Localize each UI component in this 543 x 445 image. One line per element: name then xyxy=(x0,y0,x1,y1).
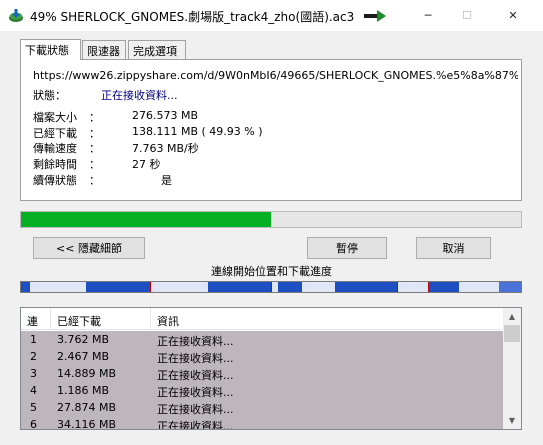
pause-label: 暫停 xyxy=(336,242,358,255)
connection-downloaded: 3.762 MB xyxy=(57,333,110,346)
window-title: 49% SHERLOCK_GNOMES.劇場版_track4_zho(國語).a… xyxy=(30,10,355,24)
connection-number: 2 xyxy=(30,350,37,363)
connection-info: 正在接收資料... xyxy=(157,403,234,416)
connection-downloaded: 27.874 MB xyxy=(57,401,117,414)
remaining-time-label: 剩餘時間 xyxy=(33,158,77,171)
connection-number: 3 xyxy=(30,367,37,380)
progress-fill xyxy=(21,212,271,227)
tab-download-status[interactable]: 下載狀態 xyxy=(20,39,81,60)
connection-number: 4 xyxy=(30,384,37,397)
colon: ： xyxy=(89,142,100,155)
download-manager-icon xyxy=(9,9,23,22)
connection-start-marker xyxy=(150,282,151,292)
connection-segment-pending xyxy=(459,282,499,292)
list-header: 連 已經下載 資訊 xyxy=(21,308,501,330)
connection-start-marker xyxy=(397,282,398,292)
column-header-info[interactable]: 資訊 xyxy=(151,308,501,330)
connection-number: 6 xyxy=(30,418,37,430)
file-size-label: 檔案大小 xyxy=(33,111,77,124)
list-item[interactable]: 5 27.874 MB 正在接收資料... xyxy=(21,399,503,416)
vertical-scrollbar[interactable]: ▲ ▼ xyxy=(503,308,521,429)
speed-label: 傳輸速度 xyxy=(33,142,77,155)
list-item[interactable]: 6 34.116 MB 正在接收資料... xyxy=(21,416,503,430)
cancel-button[interactable]: 取消 xyxy=(416,237,491,259)
connection-start-marker xyxy=(428,282,429,292)
connection-info: 正在接收資料... xyxy=(157,335,234,348)
connection-progress-map xyxy=(20,281,522,293)
title-bar: 49% SHERLOCK_GNOMES.劇場版_track4_zho(國語).a… xyxy=(0,0,543,31)
connection-number: 1 xyxy=(30,333,37,346)
tab-label: 限速器 xyxy=(87,45,120,58)
speed-value: 7.763 MB/秒 xyxy=(132,142,199,155)
column-header-downloaded[interactable]: 已經下載 xyxy=(51,308,151,330)
pause-button[interactable]: 暫停 xyxy=(307,237,387,259)
tab-label: 下載狀態 xyxy=(25,44,69,57)
connection-downloaded: 34.116 MB xyxy=(57,418,117,430)
connection-info: 正在接收資料... xyxy=(157,420,234,430)
connection-segment-pending xyxy=(30,282,86,292)
connection-segment-pending xyxy=(271,282,278,292)
close-button[interactable]: ✕ xyxy=(490,0,536,31)
connection-number: 5 xyxy=(30,401,37,414)
connection-segment-pending xyxy=(397,282,429,292)
download-status-panel: https://www26.zippyshare.com/d/9W0nMbI6/… xyxy=(20,59,522,201)
connection-map-caption: 連線開始位置和下載進度 xyxy=(211,265,332,278)
list-body: 1 3.762 MB 正在接收資料... 2 2.467 MB 正在接收資料..… xyxy=(21,331,503,429)
status-value: 正在接收資料... xyxy=(101,89,178,102)
colon: ： xyxy=(89,174,100,187)
cancel-label: 取消 xyxy=(442,242,465,255)
column-header-connection[interactable]: 連 xyxy=(21,308,51,330)
connection-downloaded: 14.889 MB xyxy=(57,367,117,380)
tab-completion-options[interactable]: 完成選項 xyxy=(128,40,186,59)
hide-details-button[interactable]: << 隱藏細節 xyxy=(33,237,145,259)
connection-downloaded: 1.186 MB xyxy=(57,384,110,397)
list-item[interactable]: 4 1.186 MB 正在接收資料... xyxy=(21,382,503,399)
colon: ： xyxy=(89,111,100,124)
connection-downloaded: 2.467 MB xyxy=(57,350,110,363)
tab-speed-limiter[interactable]: 限速器 xyxy=(82,40,126,59)
scroll-up-arrow-icon[interactable]: ▲ xyxy=(503,308,521,325)
maximize-icon: ☐ xyxy=(462,9,472,22)
maximize-button[interactable]: ☐ xyxy=(444,0,490,31)
hide-details-label: << 隱藏細節 xyxy=(56,242,122,255)
downloaded-value: 138.111 MB ( 49.93 % ) xyxy=(132,125,263,138)
connections-list[interactable]: 連 已經下載 資訊 1 3.762 MB 正在接收資料... 2 2.467 M… xyxy=(20,307,522,430)
scroll-down-arrow-icon[interactable]: ▼ xyxy=(503,412,521,429)
colon: ： xyxy=(89,158,100,171)
remaining-time-value: 27 秒 xyxy=(132,158,161,171)
resume-status-value: 是 xyxy=(161,174,172,187)
download-progress-bar xyxy=(20,211,522,228)
minimize-icon: ─ xyxy=(424,9,432,22)
downloaded-label: 已經下載 xyxy=(33,127,77,140)
list-item[interactable]: 3 14.889 MB 正在接收資料... xyxy=(21,365,503,382)
close-icon: ✕ xyxy=(508,9,518,22)
connection-segment-pending xyxy=(151,282,208,292)
tab-label: 完成選項 xyxy=(133,45,177,58)
connection-info: 正在接收資料... xyxy=(157,386,234,399)
resume-status-label: 續傳狀態 xyxy=(33,174,77,187)
connection-segment-active xyxy=(499,282,521,292)
colon: ： xyxy=(89,127,100,140)
list-item[interactable]: 2 2.467 MB 正在接收資料... xyxy=(21,348,503,365)
list-item[interactable]: 1 3.762 MB 正在接收資料... xyxy=(21,331,503,348)
status-label: 狀態： xyxy=(33,89,66,102)
download-url: https://www26.zippyshare.com/d/9W0nMbI6/… xyxy=(33,69,518,82)
connection-info: 正在接收資料... xyxy=(157,369,234,382)
scrollbar-thumb[interactable] xyxy=(504,325,520,342)
file-size-value: 276.573 MB xyxy=(132,109,199,122)
arrow-right-icon xyxy=(364,10,386,22)
connection-start-marker xyxy=(271,282,272,292)
connection-info: 正在接收資料... xyxy=(157,352,234,365)
connection-segment-pending xyxy=(302,282,335,292)
